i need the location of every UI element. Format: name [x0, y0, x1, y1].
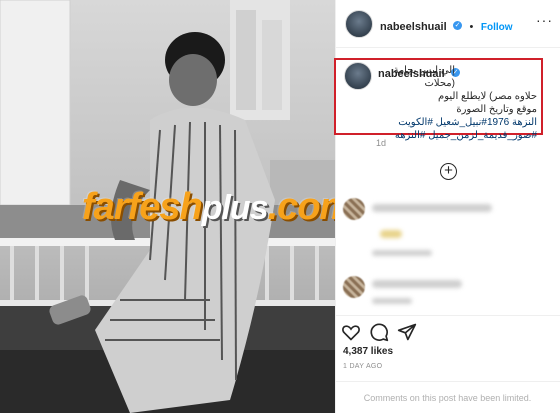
author-avatar[interactable]	[345, 10, 373, 38]
follow-button[interactable]: Follow	[481, 22, 513, 33]
likes-count[interactable]: 4,387 likes	[343, 346, 393, 357]
more-options-icon[interactable]: ···	[536, 12, 553, 28]
caption-text: إلي لبس بجامة (محلات حلاوه مصر) لايطلع ا…	[372, 64, 537, 142]
instagram-post-screen: farfeshplus.com nabeelshuail ✓ • Follow …	[0, 0, 560, 413]
caption-line-1: إلي لبس بجامة (محلات	[393, 65, 455, 89]
plus-circle-icon[interactable]: +	[440, 163, 457, 180]
comment-blurred	[372, 298, 412, 304]
post-photo: farfeshplus.com	[0, 0, 335, 413]
comment-avatar	[343, 276, 365, 298]
separator-dot: •	[469, 21, 474, 33]
caption-line-4[interactable]: النزهة 1976#نبيل_شعيل #الكويت	[372, 116, 537, 129]
caption-avatar[interactable]	[344, 62, 372, 90]
caption-line-3: موقع وتاريخ الصورة	[456, 104, 537, 115]
paper-plane-icon[interactable]	[397, 322, 417, 342]
comments-limited-notice: Comments on this post have been limited.	[335, 381, 560, 413]
comment-bubble-icon[interactable]	[369, 322, 389, 342]
watermark-logo: farfeshplus.com	[82, 186, 335, 228]
caption-line-5[interactable]: #صور_قديمة_لزمن_جميل #النزهه	[372, 129, 537, 142]
post-date: 1 DAY AGO	[343, 363, 383, 370]
comment-blurred	[380, 230, 402, 238]
verified-badge-icon: ✓	[453, 21, 463, 31]
comment-blurred	[372, 204, 492, 212]
heart-icon[interactable]	[341, 322, 361, 342]
comment-avatar	[343, 198, 365, 220]
header-user-row: nabeelshuail ✓ • Follow	[380, 17, 513, 35]
post-header: nabeelshuail ✓ • Follow ···	[336, 0, 560, 48]
comment-blurred	[372, 250, 432, 256]
caption-line-2: حلاوه مصر) لايطلع اليوم	[438, 91, 537, 102]
caption-timestamp: 1d	[376, 138, 387, 148]
comment-blurred	[372, 280, 462, 288]
author-username[interactable]: nabeelshuail	[380, 21, 447, 33]
